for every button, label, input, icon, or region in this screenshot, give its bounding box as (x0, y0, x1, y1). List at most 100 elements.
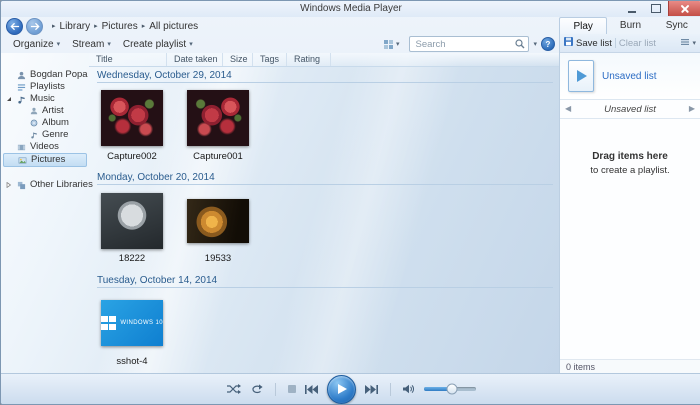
sidebar-item-label: Playlists (30, 82, 65, 92)
sidebar-item-videos[interactable]: Videos (3, 141, 87, 153)
sidebar-item-bogdan-popa[interactable]: Bogdan Popa (3, 69, 87, 81)
group-header[interactable]: Tuesday, October 14, 2014 (97, 275, 553, 288)
list-options-button[interactable]: ▾ (681, 38, 696, 49)
sidebar-item-pictures[interactable]: Pictures (3, 153, 87, 167)
next-list-arrow[interactable]: ▶ (689, 105, 695, 113)
column-header-date-taken[interactable]: Date taken (167, 53, 223, 66)
search-icon[interactable] (515, 39, 525, 49)
volume-slider[interactable] (424, 387, 476, 391)
group-date-label: Tuesday, October 14, 2014 (97, 275, 217, 286)
collapse-icon[interactable] (6, 96, 12, 102)
group-header[interactable]: Monday, October 20, 2014 (97, 172, 553, 185)
close-button[interactable] (668, 1, 700, 16)
media-item[interactable]: 19533 (187, 192, 249, 264)
save-list-label: Save list (576, 38, 612, 49)
column-label: Tags (260, 54, 279, 64)
column-header-rating[interactable]: Rating (287, 53, 331, 66)
library-content: Title Date taken Size Tags Rating Wednes… (89, 53, 559, 374)
breadcrumb-library[interactable]: Library (57, 21, 94, 32)
create-playlist-label: Create playlist (123, 39, 186, 50)
search-options-chevron-icon[interactable]: ▾ (533, 41, 537, 48)
list-options-icon (681, 38, 689, 49)
volume-thumb[interactable] (447, 384, 458, 395)
genre-note-icon (30, 131, 38, 139)
navigation-pane: Bogdan Popa Playlists Music Artist Album (1, 53, 89, 374)
view-tabs: Play Burn Sync (559, 17, 700, 34)
column-header-title[interactable]: Title (89, 53, 167, 66)
create-playlist-button[interactable]: Create playlist ▾ (117, 38, 199, 51)
play-glyph-icon (577, 70, 587, 82)
breadcrumb-pictures[interactable]: Pictures (99, 21, 141, 32)
media-item[interactable]: WINDOWS 10 sshot-4 (101, 295, 163, 367)
minimize-button[interactable] (620, 1, 644, 16)
media-item[interactable]: Capture001 (187, 90, 249, 162)
sidebar-item-album[interactable]: Album (3, 117, 87, 129)
photo-thumbnail: WINDOWS 10 (101, 300, 163, 346)
main-area: Bogdan Popa Playlists Music Artist Album (1, 53, 559, 374)
media-item-label: sshot-4 (116, 357, 147, 367)
minimize-icon (628, 11, 636, 13)
breadcrumb-all-pictures[interactable]: All pictures (146, 21, 201, 32)
sidebar-item-playlists[interactable]: Playlists (3, 81, 87, 93)
column-label: Size (230, 54, 248, 64)
forward-button[interactable] (26, 18, 43, 35)
title-bar[interactable]: Windows Media Player (1, 1, 700, 17)
mute-button[interactable] (403, 384, 415, 394)
shuffle-button[interactable] (227, 384, 241, 394)
back-button[interactable] (6, 18, 23, 35)
media-item-label: 19533 (205, 254, 231, 264)
maximize-button[interactable] (644, 1, 668, 16)
unsaved-list-title: Unsaved list (602, 71, 656, 82)
previous-button[interactable] (305, 385, 318, 394)
column-header-size[interactable]: Size (223, 53, 253, 66)
organize-button[interactable]: Organize ▾ (7, 38, 66, 51)
save-list-button[interactable]: Save list (564, 37, 612, 49)
play-icon (338, 384, 347, 394)
media-items-row: 18222 19533 (89, 185, 559, 264)
drag-hint-subtitle: to create a playlist. (590, 164, 669, 177)
clear-list-label: Clear list (619, 38, 656, 49)
picture-icon (18, 156, 27, 165)
clear-list-button[interactable]: Clear list (619, 38, 656, 49)
stop-button[interactable] (288, 385, 296, 393)
organize-label: Organize (13, 39, 54, 50)
forward-arrow-icon (30, 22, 40, 31)
view-options-icon (384, 40, 393, 49)
video-film-icon (17, 143, 26, 152)
stream-button[interactable]: Stream ▾ (66, 38, 117, 51)
playlist-drop-zone[interactable]: Drag items here to create a playlist. (560, 119, 700, 359)
media-group: Wednesday, October 29, 2014 Capture002 C… (89, 67, 559, 162)
media-item[interactable]: 18222 (101, 192, 163, 264)
next-icon (365, 385, 378, 394)
thumbnail-frame (101, 90, 163, 147)
expand-icon[interactable] (6, 182, 12, 188)
thumbnail-frame: WINDOWS 10 (101, 295, 163, 352)
play-button[interactable] (327, 375, 356, 404)
sidebar-item-other-libraries[interactable]: Other Libraries (3, 179, 87, 191)
repeat-button[interactable] (250, 384, 263, 394)
maximize-icon (651, 4, 661, 13)
chevron-down-icon: ▾ (57, 41, 61, 48)
tab-sync[interactable]: Sync (654, 17, 700, 34)
help-button[interactable]: ? (541, 37, 555, 51)
volume-track[interactable] (424, 387, 476, 391)
sidebar-item-genre[interactable]: Genre (3, 129, 87, 141)
list-pane-header: Save list Clear list ▾ (560, 34, 700, 53)
tab-burn[interactable]: Burn (607, 17, 653, 34)
media-item[interactable]: Capture002 (101, 90, 163, 162)
group-header[interactable]: Wednesday, October 29, 2014 (97, 70, 553, 83)
window-controls (620, 1, 700, 16)
search-input[interactable] (413, 38, 515, 51)
column-header-tags[interactable]: Tags (253, 53, 287, 66)
drag-hint-title: Drag items here (592, 149, 668, 164)
thumbnail-frame (187, 192, 249, 249)
divider (390, 383, 391, 396)
tab-play[interactable]: Play (559, 17, 607, 34)
sidebar-item-artist[interactable]: Artist (3, 105, 87, 117)
sidebar-item-music[interactable]: Music (3, 93, 87, 105)
search-box[interactable] (409, 36, 529, 52)
next-button[interactable] (365, 385, 378, 394)
column-label: Title (96, 54, 113, 64)
view-options-button[interactable]: ▾ (378, 39, 406, 50)
music-note-icon (17, 95, 26, 104)
